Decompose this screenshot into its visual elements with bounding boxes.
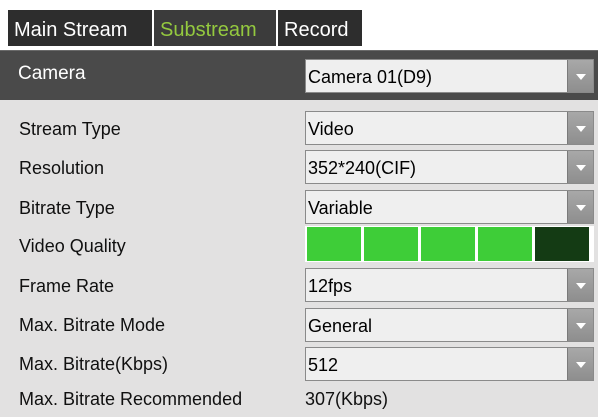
max-bitrate-recommended-value: 307(Kbps) [305, 389, 389, 409]
quality-level-3[interactable] [421, 227, 475, 261]
frame-rate-label: Frame Rate [19, 276, 115, 296]
chevron-down-icon [567, 112, 593, 144]
chevron-down-icon [567, 348, 593, 380]
tab-main-stream[interactable]: Main Stream [8, 10, 152, 46]
stream-type-label: Stream Type [19, 119, 121, 139]
bitrate-type-label: Bitrate Type [19, 198, 115, 218]
bitrate-type-value: Variable [308, 198, 373, 218]
max-bitrate-mode-label: Max. Bitrate Mode [19, 315, 166, 335]
quality-level-5[interactable] [535, 227, 589, 261]
bitrate-type-select[interactable]: Variable [305, 190, 594, 224]
frame-rate-value: 12fps [308, 276, 353, 296]
chevron-down-icon [567, 269, 593, 301]
resolution-value: 352*240(CIF) [308, 158, 417, 178]
camera-value: Camera 01(D9) [308, 67, 433, 87]
video-quality-label: Video Quality [19, 236, 126, 256]
max-bitrate-value: 512 [308, 355, 339, 375]
camera-select[interactable]: Camera 01(D9) [305, 59, 594, 93]
max-bitrate-label: Max. Bitrate(Kbps) [19, 354, 169, 374]
max-bitrate-mode-select[interactable]: General [305, 308, 594, 342]
quality-level-2[interactable] [364, 227, 418, 261]
camera-label: Camera [18, 63, 86, 84]
chevron-down-icon [567, 309, 593, 341]
stream-type-value: Video [308, 119, 354, 139]
tab-substream[interactable]: Substream [154, 10, 276, 46]
max-bitrate-recommended-label: Max. Bitrate Recommended [19, 389, 243, 409]
tab-record[interactable]: Record [278, 10, 362, 46]
resolution-select[interactable]: 352*240(CIF) [305, 150, 594, 184]
video-quality-meter[interactable] [305, 226, 594, 262]
quality-level-1[interactable] [307, 227, 361, 261]
max-bitrate-select[interactable]: 512 [305, 347, 594, 381]
substream-settings-panel: Main Stream Substream Record Camera Came… [0, 0, 598, 417]
stream-type-select[interactable]: Video [305, 111, 594, 145]
frame-rate-select[interactable]: 12fps [305, 268, 594, 302]
max-bitrate-mode-value: General [308, 316, 373, 336]
resolution-label: Resolution [19, 158, 105, 178]
camera-row: Camera Camera 01(D9) [0, 51, 598, 100]
tab-bar: Main Stream Substream Record [0, 0, 598, 51]
quality-level-4[interactable] [478, 227, 532, 261]
chevron-down-icon [567, 191, 593, 223]
chevron-down-icon [567, 151, 593, 183]
chevron-down-icon [567, 60, 593, 92]
